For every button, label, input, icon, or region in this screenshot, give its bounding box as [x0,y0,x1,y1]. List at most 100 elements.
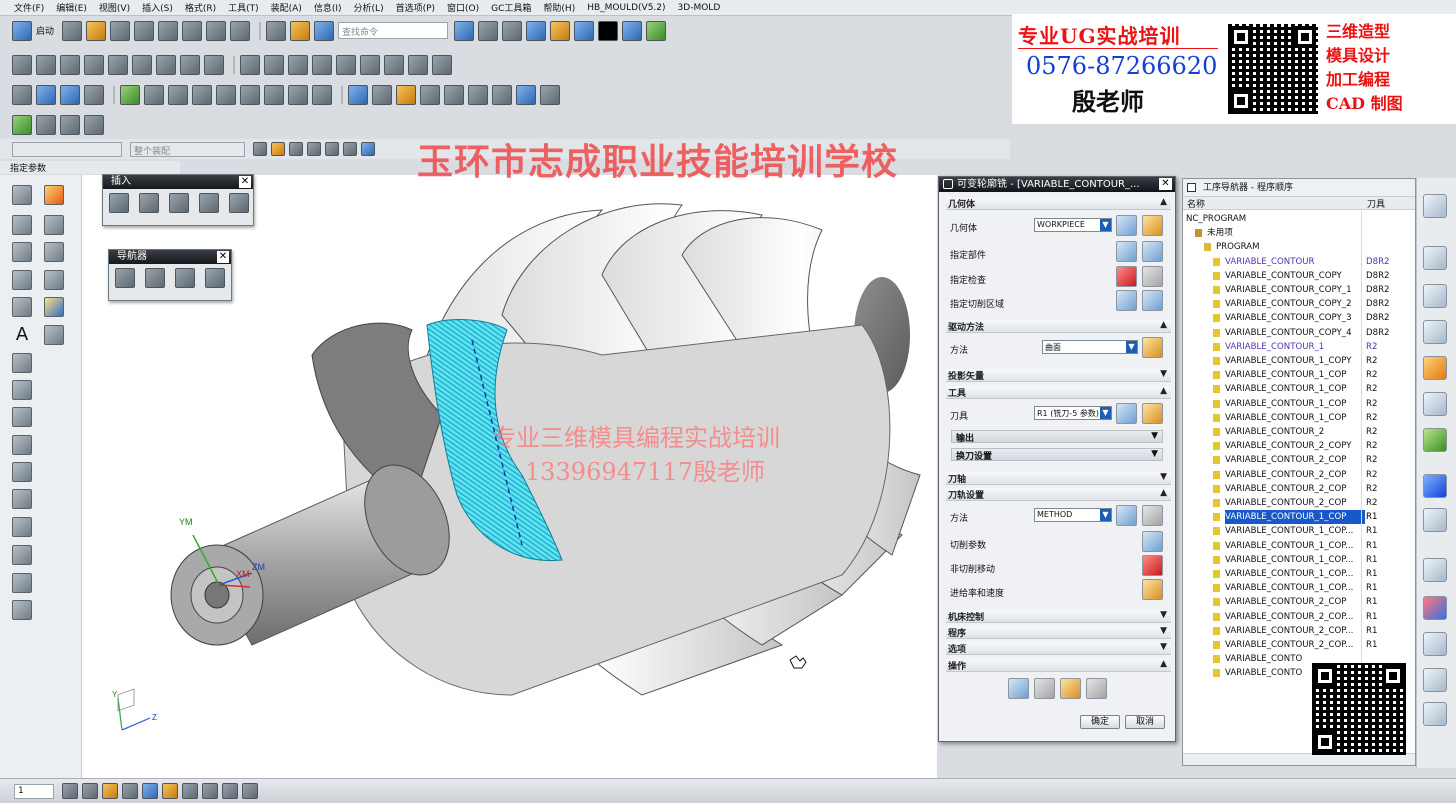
subsection-tool-change[interactable]: 换刀设置 ▼ [951,448,1163,462]
wcs-icon[interactable] [478,20,499,41]
save-icon[interactable] [110,20,131,41]
geometry-view-icon[interactable] [60,84,80,105]
create-tool-icon[interactable] [36,54,56,75]
cut-icon[interactable] [158,20,179,41]
cancel-button[interactable]: 取消 [1125,715,1165,729]
method-view-icon[interactable] [84,84,104,105]
wrap-icon[interactable] [12,545,32,565]
hd3d-tools-icon[interactable] [1423,428,1447,452]
wcs-rotate-icon[interactable] [122,783,138,799]
operation-row[interactable]: VARIABLE_CONTOUR_1_COP R2 [1184,382,1413,396]
operation-row[interactable]: VARIABLE_CONTOUR_COPY_1 D8R2 [1184,283,1413,297]
operation-row[interactable]: VARIABLE_CONTOUR_1_COP R1 [1184,510,1413,525]
pin-icon[interactable] [1187,183,1196,192]
tool-axis-icon[interactable] [348,84,368,105]
intersect-curve-icon[interactable] [12,517,32,537]
new-tool-icon[interactable] [1116,403,1137,424]
shop-documentation-icon[interactable] [516,84,536,105]
select-cut-area-icon[interactable] [1116,290,1137,311]
menu-item[interactable]: 格式(R) [185,1,216,14]
delete-icon[interactable] [230,20,251,41]
move-face-icon[interactable] [12,600,32,620]
curve-rule-icon[interactable] [289,142,303,156]
menu-item[interactable]: 视图(V) [99,1,130,14]
web-browser-icon[interactable] [1423,474,1447,498]
operation-row[interactable]: VARIABLE_CONTOUR_1_COPY R2 [1184,354,1413,368]
verify-path-icon[interactable] [120,84,140,105]
palette-icon[interactable] [1423,596,1447,620]
menu-item[interactable]: 插入(S) [142,1,173,14]
close-icon[interactable]: ✕ [217,251,229,263]
program-order-view-icon[interactable] [12,84,32,105]
machine-navigator-icon[interactable] [1423,356,1447,380]
reuse-library-icon[interactable] [1423,392,1447,416]
operation-row[interactable]: PROGRAM [1184,240,1413,254]
close-icon[interactable]: ✕ [1159,178,1172,190]
operation-row[interactable]: VARIABLE_CONTOUR_2 R2 [1184,425,1413,439]
color-swatch-icon[interactable] [598,20,619,41]
rectangle-icon[interactable] [12,242,32,262]
shaded-cube-icon[interactable] [526,20,547,41]
paste-object-icon[interactable] [312,54,332,75]
operation-row[interactable]: VARIABLE_CONTOUR_2_COP R2 [1184,496,1413,510]
path-animation-icon[interactable] [36,114,56,135]
section-geometry[interactable]: 几何体 ▲ [946,197,1171,210]
clock-icon[interactable] [1423,558,1447,582]
delete-object-icon[interactable] [336,54,356,75]
feed-rate-icon[interactable] [288,84,308,105]
vector-icon[interactable] [202,783,218,799]
helix-icon[interactable] [12,407,32,427]
start-button[interactable]: 启动 [36,24,54,37]
operation-row[interactable]: VARIABLE_CONTOUR_2_COP R2 [1184,482,1413,496]
verify-icon[interactable] [1060,678,1081,699]
path-list-icon[interactable] [60,114,80,135]
menu-item[interactable]: HB_MOULD(V5.2) [587,3,665,13]
text-icon[interactable]: A [12,325,32,345]
operation-row[interactable]: VARIABLE_CONTOUR_1_COP... R1 [1184,567,1413,581]
block-icon[interactable] [109,193,129,213]
method-nav-icon[interactable] [205,268,225,288]
close-icon[interactable]: ✕ [239,176,251,188]
transform-object-icon[interactable] [384,54,404,75]
assembly-navigator-icon[interactable] [1423,194,1447,218]
non-cut-moves-icon[interactable] [372,84,392,105]
cut-params-icon[interactable] [420,84,440,105]
section-actions[interactable]: 操作 ▲ [946,659,1171,672]
display-path-icon[interactable] [216,84,236,105]
render-style-icon[interactable] [502,20,523,41]
command-finder-icon[interactable] [290,20,311,41]
sketch-icon[interactable] [44,185,64,205]
cut-object-icon[interactable] [264,54,284,75]
open-file-icon[interactable] [86,20,107,41]
geometry-select[interactable]: WORKPIECE ▼ [1034,218,1112,232]
print-icon[interactable] [134,20,155,41]
edit-tool-icon[interactable] [1142,403,1163,424]
tool-path-edit-icon[interactable] [312,84,332,105]
reorder-icon[interactable] [492,84,512,105]
box-icon[interactable] [44,325,64,345]
generate-path-icon[interactable] [132,54,152,75]
drive-method-select[interactable]: 曲面 ▼ [1042,340,1138,354]
display-part-icon[interactable] [1142,241,1163,262]
new-geometry-icon[interactable] [1116,215,1137,236]
cls-output-icon[interactable] [192,84,212,105]
plane-icon[interactable] [222,783,238,799]
center-point-icon[interactable] [325,142,339,156]
wcs-origin-icon[interactable] [102,783,118,799]
operation-row[interactable]: VARIABLE_CONTOUR_COPY_2 D8R2 [1184,297,1413,311]
operation-row[interactable]: VARIABLE_CONTOUR_1_COP R2 [1184,368,1413,382]
edit-object-icon[interactable] [240,54,260,75]
section-drive-method[interactable]: 驱动方法 ▲ [946,320,1171,333]
program-view-icon[interactable] [115,268,135,288]
operation-row[interactable]: VARIABLE_CONTOUR_1_COP R2 [1184,397,1413,411]
create-program-icon[interactable] [12,54,32,75]
menu-item[interactable]: 窗口(O) [447,1,479,14]
operation-row[interactable]: VARIABLE_CONTOUR_1_COP R2 [1184,411,1413,425]
section-tool[interactable]: 工具 ▲ [946,386,1171,399]
extrude-icon[interactable] [12,270,32,290]
roles-icon[interactable] [1423,702,1447,726]
col-tool[interactable]: 刀具 [1363,197,1385,210]
material-icon[interactable] [574,20,595,41]
operation-row[interactable]: VARIABLE_CONTOUR_2_COPY R2 [1184,439,1413,453]
menu-item[interactable]: 分析(L) [354,1,384,14]
